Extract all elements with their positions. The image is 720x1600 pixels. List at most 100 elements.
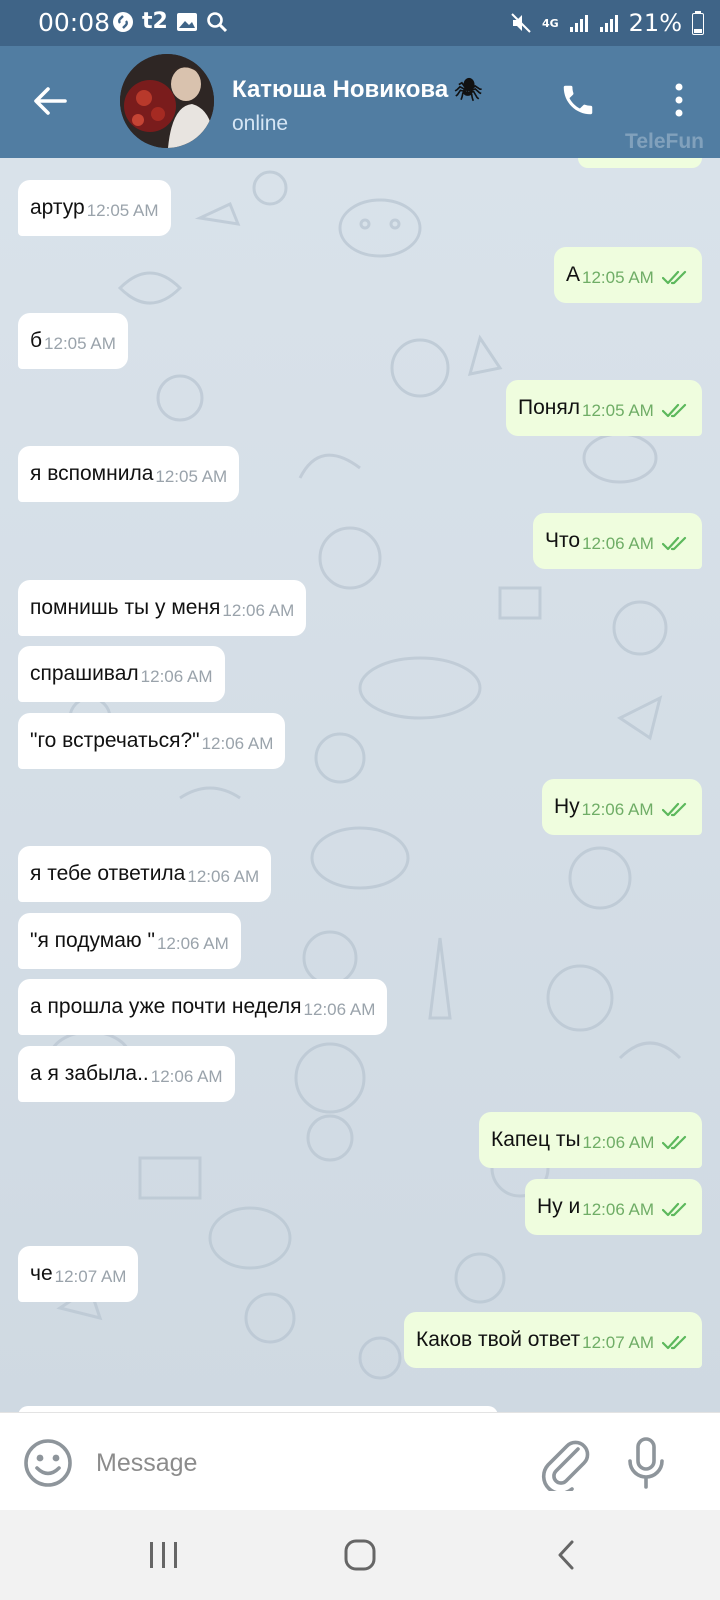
- message-time: 12:06 AM: [303, 1000, 376, 1019]
- message-time: 12:06 AM: [201, 734, 274, 753]
- message-text: а прошла уже почти неделя: [30, 995, 302, 1018]
- status-bar: 00:08 t2 4G 21%: [0, 0, 720, 46]
- message-time: 12:07 AM: [54, 1267, 127, 1286]
- voice-record-button[interactable]: [622, 1435, 670, 1491]
- attach-button[interactable]: [538, 1435, 592, 1496]
- status-time: 00:08: [38, 8, 111, 37]
- message-time: 12:06 AM: [187, 867, 260, 886]
- message-time: 12:05 AM: [44, 334, 116, 353]
- paperclip-icon: [541, 1440, 590, 1496]
- message-text: Понял: [518, 396, 580, 419]
- message-text: я вспомнила: [30, 462, 154, 485]
- home-icon: [344, 1539, 376, 1571]
- double-check-icon: [661, 270, 690, 286]
- message-text: "го встречаться?": [30, 729, 200, 752]
- message-text: "я подумаю ": [30, 929, 155, 952]
- network-label: 4G: [541, 16, 559, 30]
- incoming-message[interactable]: а я забыла.. 12:06 AM: [18, 1046, 235, 1102]
- outgoing-message[interactable]: Понял 12:05 AM: [506, 380, 702, 436]
- recents-button[interactable]: [146, 1536, 182, 1574]
- message-time: 12:06 AM: [581, 800, 654, 819]
- partial-outgoing-bubble: [578, 158, 702, 168]
- recents-icon: [150, 1542, 177, 1568]
- double-check-icon: [662, 1202, 690, 1218]
- message-input[interactable]: [96, 1437, 516, 1489]
- double-check-icon: [661, 536, 690, 552]
- double-check-icon: [661, 802, 690, 818]
- incoming-message[interactable]: "я подумаю " 12:06 AM: [18, 913, 241, 969]
- message-time: 12:06 AM: [222, 601, 295, 620]
- chevron-left-icon: [558, 1540, 574, 1570]
- battery-icon: [692, 11, 704, 35]
- gallery-icon: [176, 12, 198, 32]
- message-time: 12:05 AM: [582, 401, 654, 420]
- message-text: А: [566, 263, 581, 286]
- message-text: спрашивал: [30, 662, 139, 685]
- message-text: артур: [30, 196, 85, 219]
- message-text: помнишь ты у меня: [30, 596, 221, 619]
- more-vertical-icon: [675, 83, 683, 117]
- home-button[interactable]: [340, 1536, 380, 1574]
- avatar[interactable]: [120, 54, 214, 148]
- message-text: Каков твой ответ: [416, 1328, 581, 1351]
- outgoing-message[interactable]: Ну и 12:06 AM: [525, 1179, 703, 1235]
- message-text: че: [30, 1262, 53, 1285]
- outgoing-message[interactable]: Капец ты 12:06 AM: [479, 1112, 703, 1168]
- message-text: Ну: [554, 795, 580, 818]
- outgoing-message[interactable]: Ну 12:06 AM: [542, 779, 702, 835]
- incoming-message[interactable]: артур 12:05 AM: [18, 180, 171, 236]
- incoming-message[interactable]: а прошла уже почти неделя 12:06 AM: [18, 979, 388, 1035]
- watermark: TeleFun: [625, 130, 704, 153]
- incoming-message[interactable]: я вспомнила 12:05 AM: [18, 446, 240, 502]
- message-time: 12:05 AM: [86, 201, 159, 220]
- double-check-icon: [661, 403, 690, 419]
- message-composer: [0, 1412, 720, 1510]
- message-time: 12:06 AM: [582, 1200, 655, 1219]
- online-status: online: [232, 112, 289, 135]
- chat-title[interactable]: Катюша Новикова 🕷: [232, 76, 482, 104]
- message-text: Ну и: [537, 1195, 581, 1218]
- message-text: Что: [545, 529, 581, 552]
- incoming-message[interactable]: спрашивал 12:06 AM: [18, 646, 225, 702]
- message-time: 12:05 AM: [582, 268, 654, 287]
- back-button[interactable]: [22, 76, 78, 126]
- nav-back-button[interactable]: [552, 1536, 580, 1574]
- mute-icon: [510, 12, 532, 34]
- shazam-icon: [112, 11, 134, 33]
- message-time: 12:06 AM: [582, 1133, 655, 1152]
- carrier-label: t2: [142, 9, 168, 34]
- spider-icon: 🕷: [454, 77, 483, 102]
- outgoing-message[interactable]: Каков твой ответ 12:07 AM: [404, 1312, 702, 1368]
- message-text: а я забыла..: [30, 1062, 149, 1085]
- phone-icon: [563, 85, 593, 115]
- message-text: Капец ты: [491, 1128, 581, 1151]
- signal-icon-2: [599, 13, 619, 33]
- message-text: б: [30, 329, 43, 352]
- outgoing-message[interactable]: Что 12:06 AM: [533, 513, 702, 569]
- double-check-icon: [661, 1335, 690, 1351]
- message-time: 12:05 AM: [155, 467, 228, 486]
- system-nav-bar: [0, 1510, 720, 1600]
- battery-label: 21%: [628, 9, 682, 37]
- more-menu-button[interactable]: [662, 76, 696, 124]
- incoming-message[interactable]: б 12:05 AM: [18, 313, 128, 369]
- call-button[interactable]: [554, 76, 602, 124]
- microphone-icon: [628, 1437, 664, 1489]
- search-icon: [206, 11, 228, 33]
- message-time: 12:06 AM: [150, 1067, 223, 1086]
- message-text: я тебе ответила: [30, 862, 186, 885]
- outgoing-message[interactable]: А 12:05 AM: [554, 247, 702, 303]
- double-check-icon: [662, 1135, 690, 1151]
- message-time: 12:07 AM: [582, 1333, 654, 1352]
- arrow-left-icon: [34, 87, 67, 115]
- incoming-message[interactable]: че 12:07 AM: [18, 1246, 139, 1302]
- emoji-button[interactable]: [22, 1437, 74, 1489]
- signal-icon: [569, 13, 589, 33]
- contact-name: Катюша Новикова: [232, 76, 449, 103]
- incoming-message[interactable]: помнишь ты у меня 12:06 AM: [18, 580, 307, 636]
- message-time: 12:06 AM: [140, 667, 213, 686]
- message-list[interactable]: артур 12:05 AM А 12:05 AM б 12:05 AM Понял 12:0…: [0, 158, 720, 1412]
- message-time: 12:06 AM: [582, 534, 654, 553]
- incoming-message[interactable]: я тебе ответила 12:06 AM: [18, 846, 272, 902]
- incoming-message[interactable]: "го встречаться?" 12:06 AM: [18, 713, 286, 769]
